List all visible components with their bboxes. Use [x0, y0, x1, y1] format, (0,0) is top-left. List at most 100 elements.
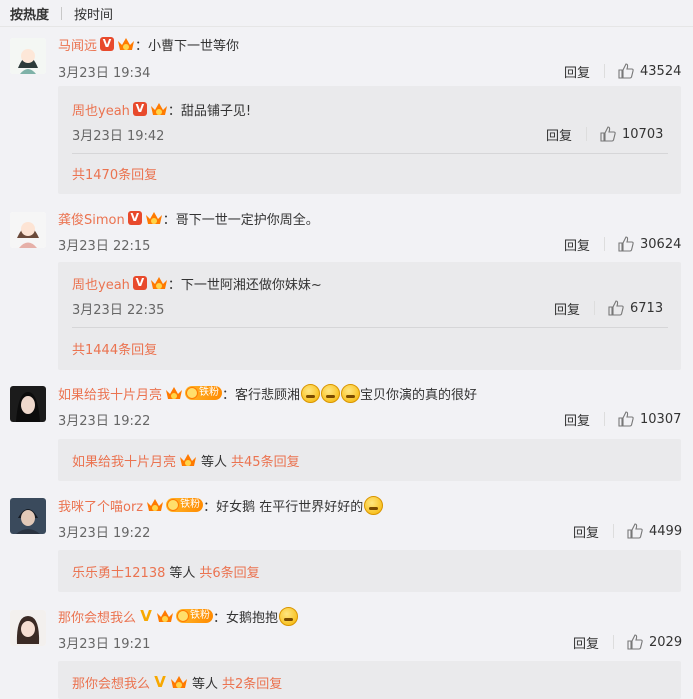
comment-text: ：客行悲顾湘	[222, 387, 301, 403]
action-divider	[604, 412, 605, 426]
thumbs-up-icon	[608, 300, 624, 316]
comment-time: 3月23日 19:21	[58, 636, 151, 652]
like-count: 43524	[640, 63, 682, 79]
username[interactable]: 马闻远	[58, 35, 97, 54]
comment-time: 3月23日 19:34	[58, 65, 151, 81]
thumbs-up-icon	[618, 236, 634, 252]
comment-text-continued: 宝贝你演的真的很好	[360, 387, 478, 403]
reply-username[interactable]: 那你会想我么	[72, 673, 150, 692]
thumbs-up-icon	[618, 411, 634, 427]
reply-button[interactable]: 回复	[564, 235, 590, 254]
reply-button[interactable]: 回复	[564, 62, 590, 81]
avatar[interactable]	[10, 498, 46, 534]
thumbs-up-icon	[618, 63, 634, 79]
sad-emoji-icon	[364, 495, 384, 515]
like-count: 2029	[649, 634, 683, 650]
sub-reply-time: 3月23日 22:35	[72, 302, 165, 318]
crown-icon	[150, 101, 168, 117]
sub-like-button[interactable]: 6713	[608, 298, 663, 318]
like-button[interactable]: 10307	[618, 409, 681, 429]
crown-icon	[117, 36, 135, 52]
fan-badge: 铁粉	[185, 386, 223, 400]
username[interactable]: 那你会想我么	[58, 607, 136, 626]
more-replies-row: 乐乐勇士12138 等人 共6条回复	[72, 562, 260, 581]
reply-username[interactable]: 乐乐勇士12138	[72, 562, 165, 581]
like-count: 4499	[649, 523, 683, 539]
verified-icon: V	[132, 276, 147, 290]
like-count: 10307	[640, 411, 682, 427]
verified-icon: V	[140, 607, 152, 625]
crown-icon	[150, 275, 168, 291]
sub-reply-button[interactable]: 回复	[554, 299, 580, 318]
like-count: 6713	[630, 300, 664, 316]
header-divider	[0, 26, 693, 27]
sub-reply-header: 周也yeah V ：下一世阿湘还做你妹妹~	[72, 273, 322, 293]
reply-button[interactable]: 回复	[573, 633, 599, 652]
fan-badge: 铁粉	[166, 498, 204, 512]
crying-emoji-icon	[341, 383, 361, 403]
like-button[interactable]: 4499	[627, 521, 682, 541]
fan-badge: 铁粉	[176, 609, 214, 623]
verified-icon: V	[127, 211, 142, 225]
others-label: 等人	[192, 676, 219, 692]
comment-text: ：哥下一世一定护你周全。	[162, 212, 319, 228]
comment-header: 龚俊Simon V ：哥下一世一定护你周全。	[58, 208, 319, 228]
thumbs-up-icon	[627, 523, 643, 539]
sub-username[interactable]: 周也yeah	[72, 274, 130, 293]
crown-icon	[156, 608, 174, 624]
avatar[interactable]	[10, 38, 46, 74]
reply-button[interactable]: 回复	[564, 410, 590, 429]
reply-button[interactable]: 回复	[573, 522, 599, 541]
more-replies-row: 那你会想我么 V 等人 共2条回复	[72, 673, 282, 692]
sub-reply-button[interactable]: 回复	[546, 125, 572, 144]
comment-header: 我咪了个喵orz 铁粉 ：好女鹅 在平行世界好好的	[58, 495, 384, 515]
sub-reply-header: 周也yeah V ：甜品铺子见!	[72, 99, 251, 119]
more-replies-link[interactable]: 共6条回复	[199, 562, 259, 581]
sub-divider	[72, 327, 668, 328]
comment-header: 那你会想我么 V 铁粉 ：女鹅抱抱	[58, 606, 299, 626]
like-count: 30624	[640, 236, 682, 252]
like-count: 10703	[622, 126, 664, 142]
sub-divider	[72, 153, 668, 154]
like-button[interactable]: 43524	[618, 61, 681, 81]
username[interactable]: 龚俊Simon	[58, 209, 125, 228]
crying-emoji-icon	[279, 606, 299, 626]
reply-username[interactable]: 如果给我十片月亮	[72, 451, 176, 470]
username[interactable]: 如果给我十片月亮	[58, 384, 162, 403]
more-replies-link[interactable]: 共2条回复	[222, 673, 282, 692]
thumbs-up-icon	[600, 126, 616, 142]
sort-tabs: 按热度 按时间	[10, 4, 113, 23]
sub-reply-time: 3月23日 19:42	[72, 128, 165, 144]
crown-icon	[170, 674, 188, 690]
more-replies-link[interactable]: 共1444条回复	[72, 339, 157, 358]
verified-icon: V	[100, 37, 115, 51]
comment-header: 如果给我十片月亮 铁粉 ：客行悲顾湘 宝贝你演的真的很好	[58, 383, 477, 403]
avatar[interactable]	[10, 386, 46, 422]
more-replies-row: 如果给我十片月亮 等人 共45条回复	[72, 451, 300, 470]
action-divider	[594, 301, 595, 315]
avatar[interactable]	[10, 610, 46, 646]
sub-username[interactable]: 周也yeah	[72, 100, 130, 119]
comment-text: ：好女鹅 在平行世界好好的	[203, 499, 364, 515]
more-replies-link[interactable]: 共45条回复	[231, 451, 300, 470]
like-button[interactable]: 2029	[627, 632, 682, 652]
verified-icon: V	[132, 102, 147, 116]
sub-reply-text: ：甜品铺子见!	[167, 103, 252, 119]
comment-text: ：女鹅抱抱	[213, 610, 279, 626]
action-divider	[604, 64, 605, 78]
like-button[interactable]: 30624	[618, 234, 681, 254]
tab-divider	[61, 6, 63, 20]
verified-icon: V	[154, 673, 166, 691]
tab-hot[interactable]: 按热度	[10, 4, 49, 23]
username[interactable]: 我咪了个喵orz	[58, 496, 143, 515]
thumbs-up-icon	[627, 634, 643, 650]
tab-time[interactable]: 按时间	[74, 4, 113, 23]
comment-time: 3月23日 22:15	[58, 238, 151, 254]
more-replies-link[interactable]: 共1470条回复	[72, 164, 157, 183]
sub-like-button[interactable]: 10703	[600, 124, 663, 144]
comment-text: ：小曹下一世等你	[135, 38, 240, 54]
avatar[interactable]	[10, 212, 46, 248]
crying-emoji-icon	[321, 383, 341, 403]
crying-emoji-icon	[301, 383, 321, 403]
action-divider	[613, 524, 614, 538]
